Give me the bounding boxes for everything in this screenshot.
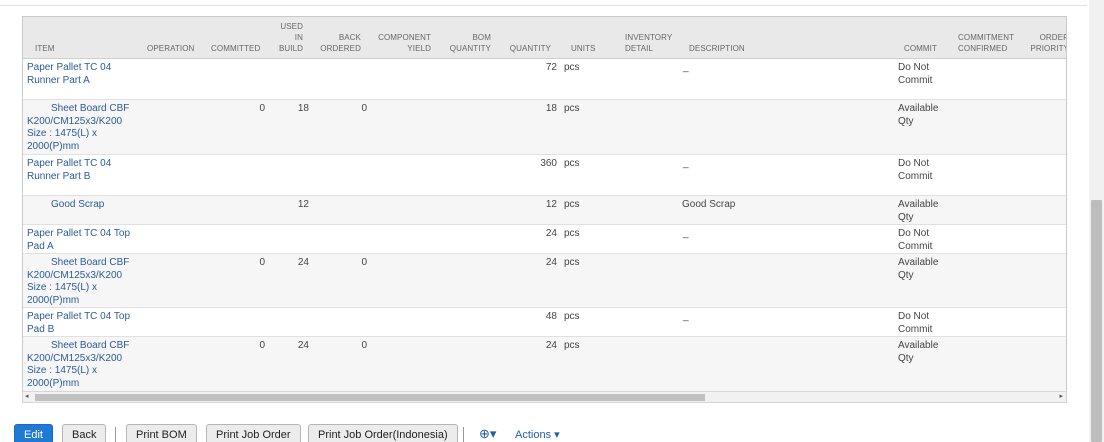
- quantity-cell: 24: [545, 340, 557, 351]
- col-description[interactable]: DESCRIPTION: [689, 43, 745, 54]
- back-button[interactable]: Back: [62, 424, 107, 442]
- col-committed[interactable]: COMMITTED: [211, 43, 260, 54]
- back-ordered-cell: 0: [361, 340, 367, 351]
- used-in-build-cell: 24: [297, 340, 309, 351]
- page-scrollbar-thumb[interactable]: [1091, 200, 1102, 442]
- col-back-ordered[interactable]: BACK ORDERED: [317, 32, 361, 54]
- col-used-in-build[interactable]: USED IN BUILD: [273, 21, 303, 54]
- table-row[interactable]: Sheet Board CBF K200/CM125x3/K200 Size :…: [23, 337, 1066, 391]
- item-link[interactable]: Paper Pallet TC 04 Top Pad B: [27, 311, 130, 336]
- quantity-cell: 24: [545, 257, 557, 268]
- commit-cell: Available Qty: [898, 340, 939, 364]
- col-commit[interactable]: COMMIT: [885, 43, 937, 54]
- commit-cell: Do Not Commit: [898, 158, 933, 182]
- table-row[interactable]: Paper Pallet TC 04 Top Pad B 48 pcs _ Do…: [23, 308, 1066, 337]
- commit-cell: Do Not Commit: [898, 311, 933, 335]
- description-cell: _: [683, 62, 689, 73]
- commit-cell: Available Qty: [898, 103, 939, 127]
- col-inventory-detail[interactable]: INVENTORY DETAIL: [625, 32, 672, 54]
- back-ordered-cell: 0: [361, 257, 367, 268]
- edit-button[interactable]: Edit: [14, 424, 53, 442]
- table-row[interactable]: Sheet Board CBF K200/CM125x3/K200 Size :…: [23, 254, 1066, 308]
- table-header: ITEM OPERATION COMMITTED USED IN BUILD B…: [23, 17, 1066, 59]
- units-cell: pcs: [564, 257, 580, 268]
- units-cell: pcs: [564, 103, 580, 114]
- item-cell: Sheet Board CBF K200/CM125x3/K200 Size :…: [27, 340, 130, 389]
- commit-cell: Available Qty: [898, 199, 939, 223]
- add-menu-icon[interactable]: ⊕▾: [479, 426, 496, 442]
- col-component-yield[interactable]: COMPONENT YIELD: [375, 32, 431, 54]
- committed-cell: 0: [259, 257, 265, 268]
- item-cell: Sheet Board CBF K200/CM125x3/K200 Size :…: [27, 257, 130, 306]
- units-cell: pcs: [564, 228, 580, 239]
- col-quantity[interactable]: QUANTITY: [501, 43, 551, 54]
- quantity-cell: 18: [545, 103, 557, 114]
- toolbar-divider: [463, 427, 464, 442]
- quantity-cell: 48: [545, 311, 557, 322]
- commit-cell: Do Not Commit: [898, 228, 933, 252]
- used-in-build-cell: 12: [297, 199, 309, 210]
- units-cell: pcs: [564, 199, 580, 210]
- used-in-build-cell: 18: [297, 103, 309, 114]
- description-cell: _: [683, 158, 689, 169]
- col-bom-quantity[interactable]: BOM QUANTITY: [443, 32, 491, 54]
- col-operation[interactable]: OPERATION: [147, 43, 194, 54]
- scroll-right-icon[interactable]: ▸: [1059, 392, 1063, 402]
- col-order-priority[interactable]: ORDER PRIORITY: [1027, 32, 1066, 54]
- description-cell: Good Scrap: [682, 199, 736, 210]
- committed-cell: 0: [259, 340, 265, 351]
- col-units[interactable]: UNITS: [571, 43, 596, 54]
- item-link[interactable]: Paper Pallet TC 04 Runner Part A: [27, 62, 111, 87]
- bom-items-table: ITEM OPERATION COMMITTED USED IN BUILD B…: [22, 16, 1067, 391]
- committed-cell: 0: [259, 103, 265, 114]
- quantity-cell: 360: [540, 158, 557, 169]
- col-item[interactable]: ITEM: [35, 43, 55, 54]
- description-cell: _: [683, 311, 689, 322]
- item-link[interactable]: Paper Pallet TC 04 Runner Part B: [27, 158, 111, 183]
- used-in-build-cell: 24: [297, 257, 309, 268]
- units-cell: pcs: [564, 158, 580, 169]
- top-divider: [0, 0, 1087, 6]
- units-cell: pcs: [564, 62, 580, 73]
- actions-menu[interactable]: Actions ▾: [515, 428, 560, 442]
- print-bom-button[interactable]: Print BOM: [126, 424, 197, 442]
- print-job-order-button[interactable]: Print Job Order: [206, 424, 301, 442]
- toolbar-divider: [115, 427, 116, 442]
- table-row[interactable]: Paper Pallet TC 04 Runner Part A 72 pcs …: [23, 59, 1066, 100]
- quantity-cell: 12: [545, 199, 557, 210]
- item-cell: Sheet Board CBF K200/CM125x3/K200 Size :…: [27, 103, 130, 152]
- item-link[interactable]: Good Scrap: [51, 199, 104, 212]
- scroll-left-icon[interactable]: ◂: [25, 392, 29, 402]
- scrollbar-thumb[interactable]: [35, 394, 705, 401]
- back-ordered-cell: 0: [361, 103, 367, 114]
- table-row[interactable]: Paper Pallet TC 04 Top Pad A 24 pcs _ Do…: [23, 225, 1066, 254]
- col-commitment-confirmed[interactable]: COMMITMENT CONFIRMED: [958, 32, 1014, 54]
- table-row[interactable]: Good Scrap 12 12 pcs Good Scrap Availabl…: [23, 196, 1066, 225]
- print-job-order-indonesia-button[interactable]: Print Job Order(Indonesia): [308, 424, 458, 442]
- item-link[interactable]: Paper Pallet TC 04 Top Pad A: [27, 228, 130, 253]
- table-horizontal-scrollbar[interactable]: ◂ ▸: [22, 391, 1067, 403]
- commit-cell: Do Not Commit: [898, 62, 933, 86]
- table-row[interactable]: Paper Pallet TC 04 Runner Part B 360 pcs…: [23, 155, 1066, 196]
- page-vertical-scrollbar[interactable]: [1089, 0, 1104, 442]
- table-row[interactable]: Sheet Board CBF K200/CM125x3/K200 Size :…: [23, 100, 1066, 155]
- commit-cell: Available Qty: [898, 257, 939, 281]
- description-cell: _: [683, 228, 689, 239]
- units-cell: pcs: [564, 340, 580, 351]
- quantity-cell: 24: [545, 228, 557, 239]
- units-cell: pcs: [564, 311, 580, 322]
- quantity-cell: 72: [545, 62, 557, 73]
